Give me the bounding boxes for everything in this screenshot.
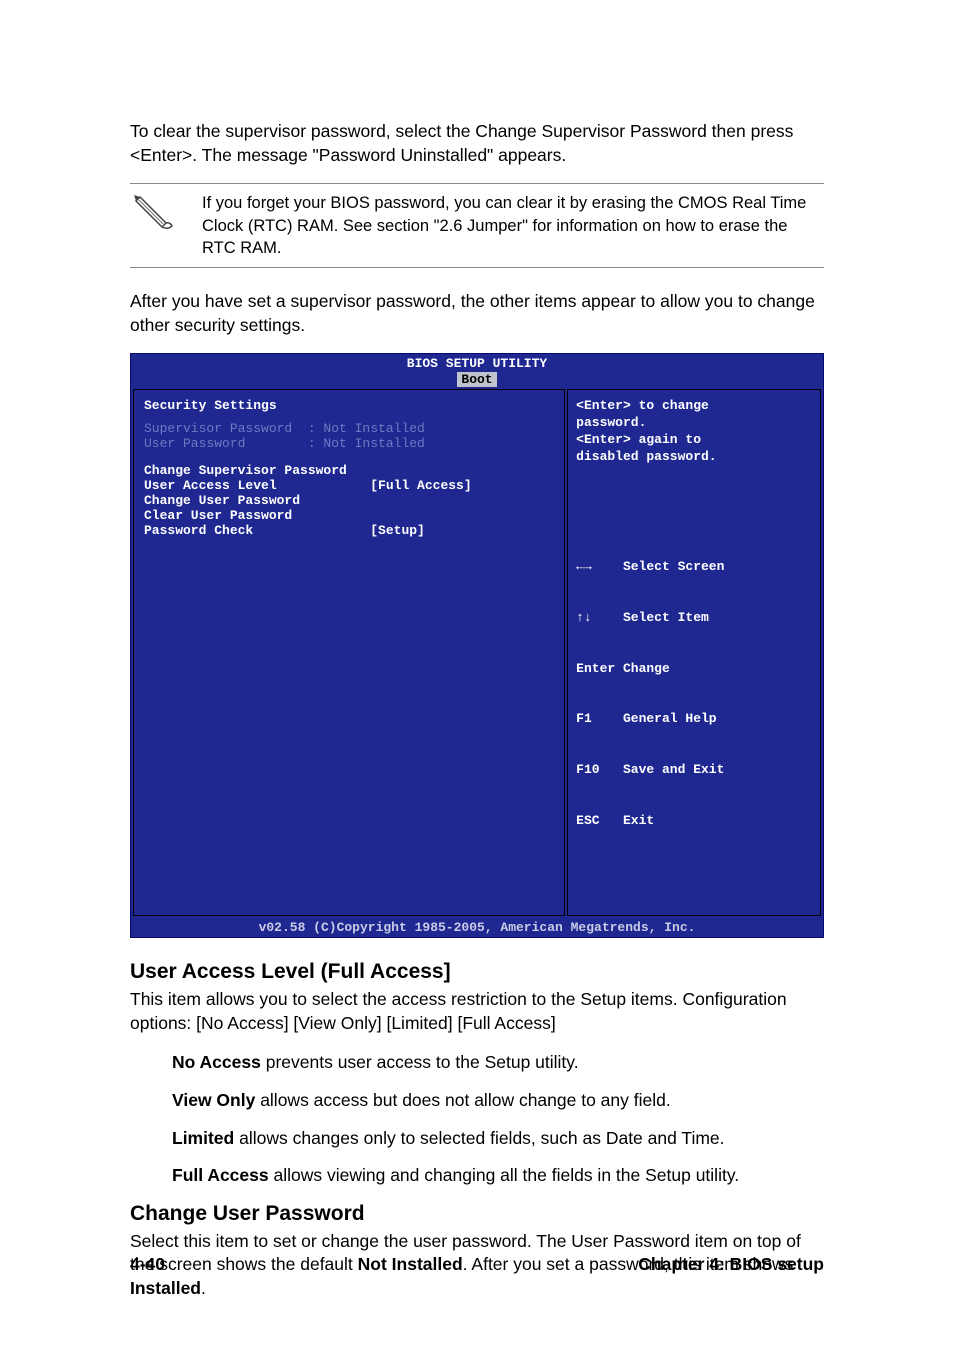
option-full-access: Full Access allows viewing and changing … (130, 1164, 824, 1188)
page-number: 4-40 (130, 1254, 165, 1275)
bios-key-line: F10 Save and Exit (576, 762, 812, 779)
option-desc: allows access but does not allow change … (255, 1090, 670, 1110)
bios-key-line: Enter Change (576, 661, 812, 678)
bios-menu-item[interactable]: Password Check [Setup] (144, 523, 554, 538)
chapter-label: Chapter 4: BIOS setup (638, 1254, 824, 1275)
bios-key-line: ←→ Select Screen (576, 559, 812, 576)
intro-paragraph-1: To clear the supervisor password, select… (130, 120, 824, 167)
bios-help-line: <Enter> to change (576, 398, 812, 415)
bios-key-line: F1 General Help (576, 711, 812, 728)
bios-key-line: ESC Exit (576, 813, 812, 830)
bios-help-line: <Enter> again to (576, 432, 812, 449)
bios-main-pane: Security Settings Supervisor Password : … (133, 389, 565, 916)
bios-section-heading: Security Settings (144, 398, 554, 413)
pencil-note-icon (130, 190, 174, 237)
bios-help-pane: <Enter> to change password. <Enter> agai… (567, 389, 821, 916)
option-label: Limited (172, 1128, 234, 1148)
bios-title-bar: BIOS SETUP UTILITY Boot (131, 354, 823, 387)
heading-change-user-password: Change User Password (130, 1202, 824, 1226)
bios-title-text: BIOS SETUP UTILITY (407, 356, 547, 371)
bios-key-legend: ←→ Select Screen ↑↓ Select Item Enter Ch… (576, 525, 812, 907)
bios-menu-item[interactable]: User Access Level [Full Access] (144, 478, 554, 493)
option-desc: allows changes only to selected fields, … (234, 1128, 724, 1148)
text-bold-installed: Installed (130, 1278, 201, 1298)
option-label: View Only (172, 1090, 255, 1110)
bios-menu-item[interactable]: Change User Password (144, 493, 554, 508)
bios-key-line: ↑↓ Select Item (576, 610, 812, 627)
option-desc: prevents user access to the Setup utilit… (261, 1052, 579, 1072)
heading-user-access-level: User Access Level (Full Access] (130, 960, 824, 984)
bios-tab-boot: Boot (457, 372, 496, 387)
bios-status-row: Supervisor Password : Not Installed (144, 421, 554, 436)
option-limited: Limited allows changes only to selected … (130, 1127, 824, 1151)
bios-menu-item[interactable]: Clear User Password (144, 508, 554, 523)
note-text: If you forget your BIOS password, you ca… (202, 190, 824, 259)
note-box: If you forget your BIOS password, you ca… (130, 183, 824, 268)
page-footer: 4-40 Chapter 4: BIOS setup (130, 1254, 824, 1275)
text-fragment: . (201, 1278, 206, 1298)
bios-help-text: <Enter> to change password. <Enter> agai… (576, 398, 812, 466)
option-no-access: No Access prevents user access to the Se… (130, 1051, 824, 1075)
intro-paragraph-2: After you have set a supervisor password… (130, 290, 824, 337)
option-label: No Access (172, 1052, 261, 1072)
bios-menu-item[interactable]: Change Supervisor Password (144, 463, 554, 478)
option-label: Full Access (172, 1165, 269, 1185)
bios-setup-panel: BIOS SETUP UTILITY Boot Security Setting… (130, 353, 824, 938)
option-desc: allows viewing and changing all the fiel… (269, 1165, 740, 1185)
user-access-body: This item allows you to select the acces… (130, 988, 824, 1035)
bios-copyright-footer: v02.58 (C)Copyright 1985-2005, American … (131, 918, 823, 937)
option-view-only: View Only allows access but does not all… (130, 1089, 824, 1113)
bios-status-row: User Password : Not Installed (144, 436, 554, 451)
bios-help-line: disabled password. (576, 449, 812, 466)
bios-help-line: password. (576, 415, 812, 432)
